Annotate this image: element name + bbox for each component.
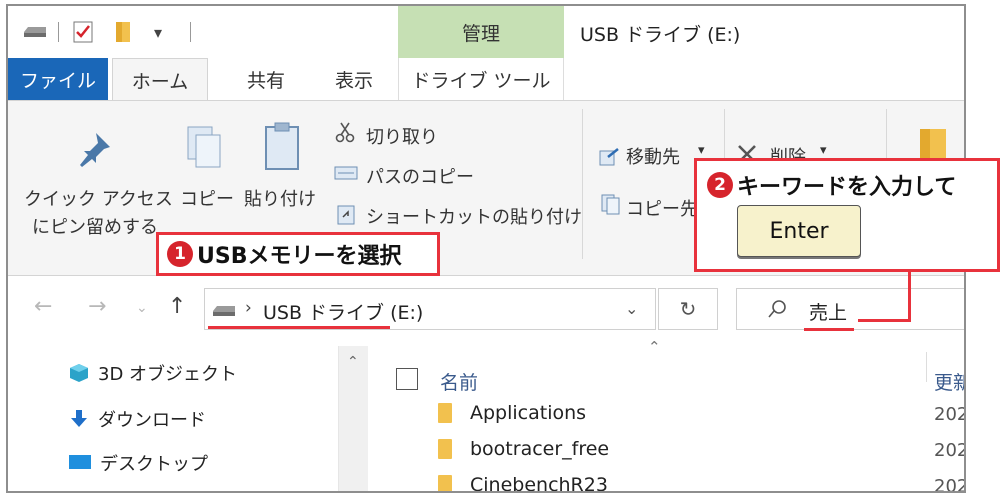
copy-path-icon[interactable] [334,165,358,185]
callout-connector-vertical [908,270,911,322]
file-date: 202 [934,404,966,425]
search-icon [767,299,787,323]
folder-icon [438,403,452,423]
up-arrow-icon[interactable]: ↑ [168,294,186,319]
address-bar[interactable]: › USB ドライブ (E:) ⌄ [204,288,656,330]
tab-manage[interactable]: 管理 [398,6,564,58]
paste-button[interactable]: 貼り付け [244,185,316,211]
callout-step-2-text: キーワードを入力して [737,175,957,200]
delete-dropdown-icon[interactable]: ▾ [820,143,827,158]
ribbon-tabs: ファイル ホーム 共有 表示 ドライブ ツール [8,58,964,102]
paste-shortcut-button[interactable]: ショートカットの貼り付け [366,203,582,229]
file-row[interactable]: CinebenchR23 [438,474,608,493]
sort-ascending-icon: ⌃ [648,338,661,356]
properties-icon[interactable] [72,20,94,44]
file-name: bootracer_free [470,438,610,460]
tree-item-3d-objects[interactable]: 3D オブジェクト [68,360,237,386]
tree-item-desktop[interactable]: デスクトップ [68,450,208,476]
file-date: 202 [934,476,966,493]
clipboard-icon[interactable] [262,121,302,175]
window-title: USB ドライブ (E:) [580,24,741,46]
move-to-icon[interactable] [598,145,620,171]
move-to-button[interactable]: 移動先 [626,143,680,169]
new-folder-icon[interactable] [112,20,134,44]
callout-step-1-text: USBメモリーを選択 [197,244,402,269]
back-arrow-icon[interactable]: ← [34,294,52,319]
forward-arrow-icon[interactable]: → [88,294,106,319]
tab-view[interactable]: 表示 [316,58,392,100]
file-row[interactable]: bootracer_free [438,438,609,460]
column-divider[interactable] [926,352,927,382]
quick-access-dropdown[interactable]: ▾ [154,20,162,44]
tree-item-label: 3D オブジェクト [98,364,238,385]
cube-icon [68,362,90,384]
step-1-badge: 1 [167,241,193,267]
address-path[interactable]: USB ドライブ (E:) [263,298,423,325]
breadcrumb-separator-icon[interactable]: › [245,298,252,318]
cut-button[interactable]: 切り取り [366,123,438,149]
paste-shortcut-icon[interactable] [336,203,356,229]
column-header-date[interactable]: 更新 [934,368,964,395]
copy-path-button[interactable]: パスのコピー [366,163,474,189]
tab-home[interactable]: ホーム [112,58,208,102]
search-input[interactable]: 売上 [809,298,847,325]
folder-icon [438,439,452,459]
refresh-button[interactable]: ↻ [658,288,718,330]
tree-item-label: デスクトップ [100,454,208,475]
callout-step-1: 1 USBメモリーを選択 [156,232,440,276]
column-header-name[interactable]: 名前 [440,368,478,395]
search-underline [804,328,854,331]
tree-item-downloads[interactable]: ダウンロード [68,406,206,432]
download-arrow-icon [68,408,90,430]
callout-connector-horizontal [858,319,911,322]
pin-label-line2[interactable]: にピン留めする [32,213,158,239]
tree-item-label: ダウンロード [98,410,206,431]
drive-icon[interactable] [22,20,48,44]
drive-address-icon [211,303,237,322]
copy-to-button[interactable]: コピー先 [626,195,698,221]
tab-share[interactable]: 共有 [228,58,304,100]
pin-label-line1[interactable]: クイック アクセス [24,185,173,211]
scissors-icon[interactable] [334,121,356,147]
step-2-badge: 2 [707,172,733,198]
desktop-icon [68,453,92,473]
file-name: CinebenchR23 [470,474,608,493]
tab-file[interactable]: ファイル [8,58,108,100]
callout-step-2: 2 キーワードを入力して Enter [694,158,1000,272]
content-pane: ⌃ 3D オブジェクト ダウンロード デスクトップ ⌃ 名前 更新 [8,338,966,493]
copy-icon[interactable] [184,123,224,175]
scroll-up-icon[interactable]: ⌃ [347,354,359,370]
copy-button[interactable]: コピー [180,185,234,211]
tree-scrollbar[interactable]: ⌃ [338,346,368,491]
address-underline [208,326,390,329]
copy-to-icon[interactable] [600,193,622,219]
file-row[interactable]: Applications [438,402,586,424]
title-bar: ▾ 管理 USB ドライブ (E:) [8,6,964,58]
tab-drive-tools[interactable]: ドライブ ツール [398,58,564,100]
search-box[interactable]: 売上 [736,288,964,330]
file-date: 202 [934,440,966,461]
recent-locations-chevron-icon[interactable]: ⌄ [136,300,148,316]
enter-key-icon: Enter [737,205,861,257]
move-to-dropdown-icon[interactable]: ▾ [698,143,705,158]
select-all-checkbox[interactable] [396,368,418,390]
folder-icon [438,475,452,491]
file-name: Applications [470,402,587,424]
address-dropdown-icon[interactable]: ⌄ [625,299,638,318]
pin-icon[interactable] [74,129,114,173]
